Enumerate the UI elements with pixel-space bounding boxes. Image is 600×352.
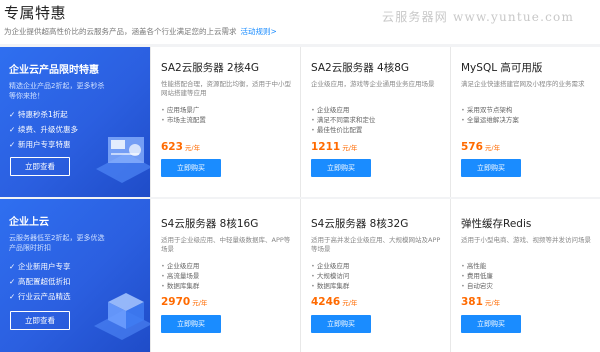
promo-panel: 企业上云 云服务器低至2折起，更多优选产品限时折扣 ✓ 企业新用户专享 ✓ 高配置超… bbox=[0, 199, 150, 352]
product-feature: 费用低廉 bbox=[461, 271, 493, 281]
product-feature-list: 企业级应用 高流量场景 数据库集群 bbox=[161, 261, 200, 291]
product-feature: 采用双节点架构 bbox=[461, 105, 519, 115]
product-title: S4云服务器 8核32G bbox=[311, 218, 409, 230]
product-card: S4云服务器 8核16G 适用于企业级应用、中轻量级数据库、APP等场景 企业级… bbox=[150, 199, 300, 352]
promo-title: 企业上云 bbox=[9, 217, 49, 228]
promo-desc: 云服务器低至2折起，更多优选产品限时折扣 bbox=[9, 234, 105, 252]
promo-panel: 企业云产品限时特惠 精选企业产品2折起，更多秒杀等你来抢！ ✓ 特惠秒杀1折起 ✓… bbox=[0, 47, 150, 197]
product-price: 576 元/年 bbox=[461, 141, 500, 153]
view-now-button[interactable]: 立即查看 bbox=[10, 311, 70, 330]
check-icon: ✓ bbox=[9, 292, 16, 301]
price-unit: 元/年 bbox=[184, 144, 201, 152]
product-feature: 自动宕灾 bbox=[461, 281, 493, 291]
product-desc: 满足企业快速搭建官网及小程序的业务需求 bbox=[461, 80, 585, 88]
product-desc: 适用于企业级应用、中轻量级数据库、APP等场景 bbox=[161, 236, 291, 253]
product-price: 4246 元/年 bbox=[311, 296, 357, 308]
subtitle-text: 为企业提供超高性价比的云服务产品，涵盖各个行业满足您的上云需求 bbox=[4, 27, 237, 36]
offer-row-2: 企业上云 云服务器低至2折起，更多优选产品限时折扣 ✓ 企业新用户专享 ✓ 高配置超… bbox=[0, 199, 600, 352]
product-feature: 企业级应用 bbox=[311, 261, 350, 271]
price-value: 381 bbox=[461, 296, 483, 308]
page-title: 专属特惠 bbox=[4, 4, 67, 22]
buy-now-button[interactable]: 立即购买 bbox=[161, 159, 221, 177]
buy-now-button[interactable]: 立即购买 bbox=[161, 315, 221, 333]
product-feature: 高流量场景 bbox=[161, 271, 200, 281]
product-desc: 企业级应用，游戏等企业通用业务应用场景 bbox=[311, 80, 435, 88]
promo-title: 企业云产品限时特惠 bbox=[9, 65, 99, 76]
product-feature: 全量运维解决方案 bbox=[461, 115, 519, 125]
price-value: 576 bbox=[461, 141, 483, 153]
product-card: SA2云服务器 4核8G 企业级应用，游戏等企业通用业务应用场景 企业级应用 满… bbox=[300, 47, 450, 197]
product-feature-list: 采用双节点架构 全量运维解决方案 bbox=[461, 105, 519, 125]
product-feature-list: 企业级应用 满足不同需求和定位 最佳性价比配置 bbox=[311, 105, 376, 135]
product-card: S4云服务器 8核32G 适用于高并发企业级应用、大规模网站及APP等场景 企业… bbox=[300, 199, 450, 352]
check-icon: ✓ bbox=[9, 125, 16, 134]
promo-feature: ✓ 新用户专享特惠 bbox=[9, 137, 78, 152]
promo-feature-list: ✓ 企业新用户专享 ✓ 高配置超低折扣 ✓ 行业云产品精选 bbox=[9, 259, 71, 304]
check-icon: ✓ bbox=[9, 262, 16, 271]
product-desc: 适用于小型电商、游戏、视频等并发访问场景 bbox=[461, 236, 591, 244]
product-price: 623 元/年 bbox=[161, 141, 200, 153]
price-unit: 元/年 bbox=[192, 299, 208, 307]
price-unit: 元/年 bbox=[342, 299, 358, 307]
product-desc: 适用于高并发企业级应用、大规模网站及APP等场景 bbox=[311, 236, 441, 253]
price-value: 2970 bbox=[161, 296, 191, 308]
page-subtitle: 为企业提供超高性价比的云服务产品，涵盖各个行业满足您的上云需求 活动规则> bbox=[4, 26, 277, 37]
product-desc: 性能搭配合理，资源配比均衡，适用于中小型网站搭建等应用 bbox=[161, 80, 291, 97]
buy-now-button[interactable]: 立即购买 bbox=[311, 159, 371, 177]
promo-feature: ✓ 特惠秒杀1折起 bbox=[9, 107, 78, 122]
product-title: SA2云服务器 2核4G bbox=[161, 62, 260, 74]
check-icon: ✓ bbox=[9, 277, 16, 286]
product-title: MySQL 高可用版 bbox=[461, 62, 543, 74]
product-feature: 市场主流配置 bbox=[161, 115, 206, 125]
promo-feature: ✓ 续费、升级优惠多 bbox=[9, 122, 78, 137]
product-card: MySQL 高可用版 满足企业快速搭建官网及小程序的业务需求 采用双节点架构 全… bbox=[450, 47, 600, 197]
product-feature-list: 应用场景广 市场主流配置 bbox=[161, 105, 206, 125]
product-feature: 企业级应用 bbox=[311, 105, 375, 115]
offer-row-1: 企业云产品限时特惠 精选企业产品2折起，更多秒杀等你来抢！ ✓ 特惠秒杀1折起 ✓… bbox=[0, 47, 600, 197]
buy-now-button[interactable]: 立即购买 bbox=[311, 315, 371, 333]
product-title: 弹性缓存Redis bbox=[461, 218, 532, 230]
buy-now-button[interactable]: 立即购买 bbox=[461, 315, 521, 333]
price-value: 623 bbox=[161, 141, 183, 153]
price-unit: 元/年 bbox=[484, 144, 501, 152]
product-feature-list: 高性能 费用低廉 自动宕灾 bbox=[461, 261, 493, 291]
product-feature: 应用场景广 bbox=[161, 105, 206, 115]
price-unit: 元/年 bbox=[484, 299, 501, 307]
product-title: S4云服务器 8核16G bbox=[161, 218, 259, 230]
product-card: SA2云服务器 2核4G 性能搭配合理，资源配比均衡，适用于中小型网站搭建等应用… bbox=[150, 47, 300, 197]
product-price: 1211 元/年 bbox=[311, 141, 357, 153]
watermark-text: 云服务器网 www.yuntue.com bbox=[382, 10, 575, 24]
price-unit: 元/年 bbox=[342, 144, 358, 152]
product-feature: 数据库集群 bbox=[161, 281, 200, 291]
product-feature: 大规模访问 bbox=[311, 271, 350, 281]
server-cube-illustration-icon bbox=[94, 293, 150, 340]
promo-feature-list: ✓ 特惠秒杀1折起 ✓ 续费、升级优惠多 ✓ 新用户专享特惠 bbox=[9, 107, 78, 152]
product-feature: 最佳性价比配置 bbox=[311, 125, 375, 135]
promo-feature: ✓ 高配置超低折扣 bbox=[9, 274, 71, 289]
promo-feature: ✓ 企业新用户专享 bbox=[9, 259, 71, 274]
buy-now-button[interactable]: 立即购买 bbox=[461, 159, 521, 177]
product-title: SA2云服务器 4核8G bbox=[311, 62, 410, 74]
rules-link[interactable]: 活动规则> bbox=[241, 27, 277, 36]
view-now-button[interactable]: 立即查看 bbox=[10, 157, 70, 176]
cloud-dashboard-illustration-icon bbox=[96, 137, 150, 183]
product-feature: 数据库集群 bbox=[311, 281, 350, 291]
product-price: 2970 元/年 bbox=[161, 296, 207, 308]
check-icon: ✓ bbox=[9, 140, 16, 149]
promo-desc: 精选企业产品2折起，更多秒杀等你来抢！ bbox=[9, 82, 105, 100]
product-card: 弹性缓存Redis 适用于小型电商、游戏、视频等并发访问场景 高性能 费用低廉 … bbox=[450, 199, 600, 352]
product-feature: 高性能 bbox=[461, 261, 493, 271]
price-value: 1211 bbox=[311, 141, 341, 153]
promo-feature: ✓ 行业云产品精选 bbox=[9, 289, 71, 304]
product-feature-list: 企业级应用 大规模访问 数据库集群 bbox=[311, 261, 350, 291]
product-feature: 满足不同需求和定位 bbox=[311, 115, 376, 125]
page-header: 专属特惠 为企业提供超高性价比的云服务产品，涵盖各个行业满足您的上云需求 活动规则… bbox=[0, 0, 600, 44]
check-icon: ✓ bbox=[9, 110, 16, 119]
product-price: 381 元/年 bbox=[461, 296, 500, 308]
product-feature: 企业级应用 bbox=[161, 261, 200, 271]
price-value: 4246 bbox=[311, 296, 341, 308]
